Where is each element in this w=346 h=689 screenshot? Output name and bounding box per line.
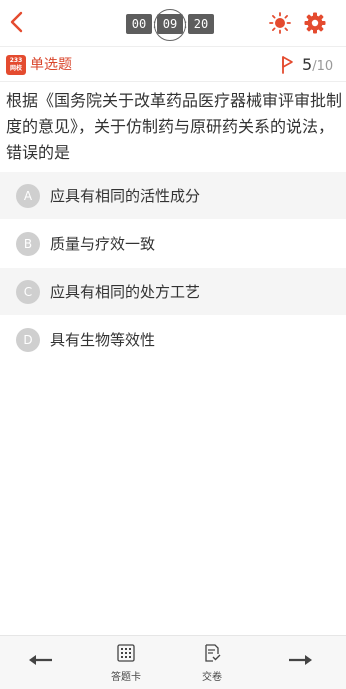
option-d[interactable]: D 具有生物等效性 [0,316,346,363]
top-bar: 00 : 09 : 20 [0,0,346,46]
flag-icon[interactable] [280,55,294,75]
timer-minutes: 09 [154,9,186,41]
gear-icon[interactable] [303,11,327,35]
sun-icon[interactable] [269,12,291,34]
site-logo: 233 网校 [6,55,26,75]
option-a[interactable]: A 应具有相同的活性成分 [0,172,346,219]
grid-icon [117,644,135,662]
submit-icon [205,644,221,662]
progress-current: 5 [302,55,313,74]
answer-card-button[interactable]: 答题卡 [104,644,148,683]
option-letter: B [16,231,40,256]
back-icon[interactable] [6,9,28,35]
option-c[interactable]: C 应具有相同的处方工艺 [0,268,346,315]
question-type-row: 233 网校 单选题 5/10 [0,46,346,82]
option-text: 具有生物等效性 [50,331,156,349]
option-text: 应具有相同的处方工艺 [50,283,201,301]
submit-label: 交卷 [202,672,222,683]
submit-button[interactable]: 交卷 [190,644,234,683]
progress-total: 10 [316,59,334,74]
prev-arrow-icon[interactable] [28,652,54,668]
next-arrow-icon[interactable] [287,652,313,668]
option-letter: C [16,279,40,304]
option-text: 应具有相同的活性成分 [50,187,201,205]
bottom-bar: 答题卡 交卷 [0,635,346,689]
question-progress: 5/10 [302,55,334,74]
option-b[interactable]: B 质量与疗效一致 [0,220,346,267]
timer-hours: 00 [126,14,152,34]
question-text: 根据《国务院关于改革药品医疗器械审评审批制度的意见》，关于仿制药与原研药关系的说… [6,91,343,162]
question-type-label: 单选题 [30,57,72,73]
timer-seconds: 20 [188,14,214,34]
answer-card-label: 答题卡 [111,672,141,683]
exam-timer: 00 : 09 : 20 [126,9,214,41]
option-letter: D [16,327,40,352]
option-letter: A [16,183,40,208]
option-text: 质量与疗效一致 [50,235,156,253]
